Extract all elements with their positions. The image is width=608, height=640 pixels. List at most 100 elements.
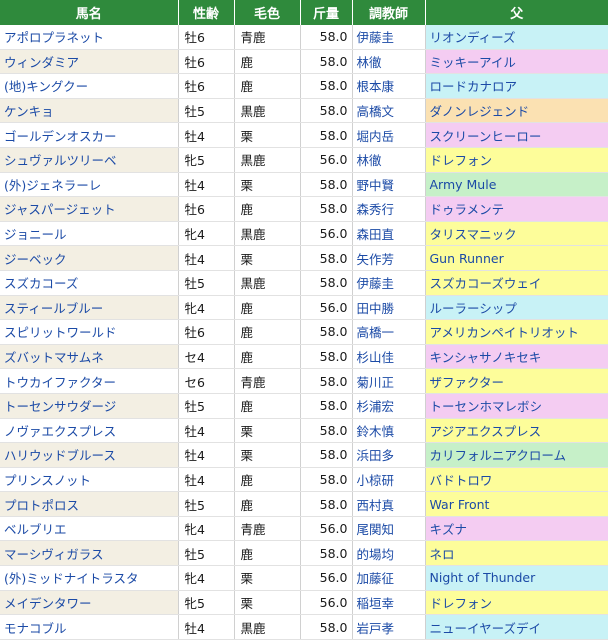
sire-link[interactable]: ロードカナロア	[425, 73, 608, 99]
weight-cell: 58.0	[300, 98, 353, 124]
column-header-sire[interactable]: 父	[425, 0, 608, 25]
horse-name-link[interactable]: ケンキョ	[0, 98, 179, 124]
horse-name-link[interactable]: マーシヴィガラス	[0, 540, 179, 567]
trainer-link[interactable]: 加藤征	[352, 565, 426, 591]
trainer-link[interactable]: 浜田多	[352, 442, 426, 468]
horse-name-link[interactable]: (外)ジェネラーレ	[0, 172, 179, 198]
sire-link[interactable]: Night of Thunder	[425, 565, 608, 591]
column-header-sex-age[interactable]: 性齢	[178, 0, 235, 25]
sex-age-cell: 牡6	[178, 49, 235, 75]
table-row: (外)ジェネラーレ 牡4 栗 58.0 野中賢 Army Mule	[0, 172, 608, 198]
trainer-link[interactable]: 野中賢	[352, 172, 426, 198]
horse-name-link[interactable]: スティールブルー	[0, 295, 179, 321]
sex-age-cell: 牡5	[178, 270, 235, 296]
table-row: メイデンタワー 牝5 栗 56.0 稲垣幸 ドレフォン	[0, 590, 608, 616]
trainer-link[interactable]: 杉浦宏	[352, 393, 426, 419]
trainer-link[interactable]: 田中勝	[352, 295, 426, 321]
sire-link[interactable]: スズカコーズウェイ	[425, 270, 608, 296]
trainer-link[interactable]: 根本康	[352, 73, 426, 99]
trainer-link[interactable]: 矢作芳	[352, 245, 426, 271]
sire-link[interactable]: リオンディーズ	[425, 25, 608, 50]
table-row: プリンスノット 牡4 鹿 58.0 小椋研 バドトロワ	[0, 467, 608, 493]
trainer-link[interactable]: 小椋研	[352, 467, 426, 493]
trainer-link[interactable]: 高橋文	[352, 98, 426, 124]
sex-age-cell: 牡4	[178, 172, 235, 198]
trainer-link[interactable]: 林徹	[352, 49, 426, 75]
sire-link[interactable]: トーセンホマレボシ	[425, 393, 608, 419]
sire-link[interactable]: バドトロワ	[425, 467, 608, 493]
horse-name-link[interactable]: メイデンタワー	[0, 590, 179, 616]
horse-name-link[interactable]: ハリウッドブルース	[0, 442, 179, 468]
trainer-link[interactable]: 的場均	[352, 540, 426, 567]
horse-name-link[interactable]: トウカイファクター	[0, 368, 179, 394]
horse-name-link[interactable]: ベルブリエ	[0, 516, 179, 542]
trainer-link[interactable]: 高橋一	[352, 319, 426, 345]
sex-age-cell: 牡6	[178, 73, 235, 99]
sire-link[interactable]: ネロ	[425, 540, 608, 567]
horse-name-link[interactable]: シュヴァルツリーベ	[0, 147, 179, 173]
coat-color-cell: 鹿	[234, 393, 301, 419]
horse-name-link[interactable]: ズバットマサムネ	[0, 344, 179, 370]
trainer-link[interactable]: 鈴木慎	[352, 418, 426, 444]
table-row: (地)キングクー 牡6 鹿 58.0 根本康 ロードカナロア	[0, 73, 608, 99]
sire-link[interactable]: Army Mule	[425, 172, 608, 198]
trainer-link[interactable]: 伊藤圭	[352, 270, 426, 296]
trainer-link[interactable]: 岩戸孝	[352, 614, 426, 640]
horse-name-link[interactable]: スズカコーズ	[0, 270, 179, 296]
table-row: ウィンダミア 牡6 鹿 58.0 林徹 ミッキーアイル	[0, 49, 608, 75]
sire-link[interactable]: カリフォルニアクローム	[425, 442, 608, 468]
coat-color-cell: 鹿	[234, 491, 301, 517]
sire-link[interactable]: ザファクター	[425, 368, 608, 394]
sire-link[interactable]: アジアエクスプレス	[425, 418, 608, 444]
sire-link[interactable]: ニューイヤーズデイ	[425, 614, 608, 640]
trainer-link[interactable]: 林徹	[352, 147, 426, 173]
sire-link[interactable]: ドレフォン	[425, 590, 608, 616]
trainer-link[interactable]: 杉山佳	[352, 344, 426, 370]
horse-name-link[interactable]: モナコブル	[0, 614, 179, 640]
horse-name-link[interactable]: ゴールデンオスカー	[0, 122, 179, 148]
horse-name-link[interactable]: (地)キングクー	[0, 73, 179, 99]
sire-link[interactable]: War Front	[425, 491, 608, 517]
horse-name-link[interactable]: プロトポロス	[0, 491, 179, 517]
column-header-horse-name[interactable]: 馬名	[0, 0, 179, 25]
sire-link[interactable]: ドレフォン	[425, 147, 608, 173]
sire-link[interactable]: キンシャサノキセキ	[425, 344, 608, 370]
sire-link[interactable]: スクリーンヒーロー	[425, 122, 608, 148]
trainer-link[interactable]: 堀内岳	[352, 122, 426, 148]
coat-color-cell: 鹿	[234, 540, 301, 567]
sire-link[interactable]: ルーラーシップ	[425, 295, 608, 321]
table-body: アポロプラネット 牡6 青鹿 58.0 伊藤圭 リオンディーズ ウィンダミア 牡6 鹿 58.0 林…	[0, 25, 608, 640]
trainer-link[interactable]: 尾関知	[352, 516, 426, 542]
horse-name-link[interactable]: ノヴァエクスプレス	[0, 418, 179, 444]
sire-link[interactable]: ドゥラメンテ	[425, 196, 608, 222]
trainer-link[interactable]: 森田直	[352, 221, 426, 247]
trainer-link[interactable]: 森秀行	[352, 196, 426, 222]
horse-name-link[interactable]: (外)ミッドナイトラスタ	[0, 565, 179, 591]
trainer-link[interactable]: 菊川正	[352, 368, 426, 394]
column-header-trainer[interactable]: 調教師	[352, 0, 426, 25]
horse-name-link[interactable]: ジョニール	[0, 221, 179, 247]
horse-name-link[interactable]: プリンスノット	[0, 467, 179, 493]
coat-color-cell: 黒鹿	[234, 614, 301, 640]
sire-link[interactable]: ダノンレジェンド	[425, 98, 608, 124]
sex-age-cell: 牝4	[178, 516, 235, 542]
horse-name-link[interactable]: ジャスパージェット	[0, 196, 179, 222]
sire-link[interactable]: タリスマニック	[425, 221, 608, 247]
horse-name-link[interactable]: ジーベック	[0, 245, 179, 271]
horse-name-link[interactable]: アポロプラネット	[0, 25, 179, 50]
sex-age-cell: 牡5	[178, 393, 235, 419]
trainer-link[interactable]: 稲垣幸	[352, 590, 426, 616]
sire-link[interactable]: Gun Runner	[425, 245, 608, 271]
coat-color-cell: 青鹿	[234, 368, 301, 394]
horse-name-link[interactable]: スピリットワールド	[0, 319, 179, 345]
sire-link[interactable]: ミッキーアイル	[425, 49, 608, 75]
column-header-weight[interactable]: 斤量	[300, 0, 353, 25]
weight-cell: 58.0	[300, 270, 353, 296]
horse-name-link[interactable]: トーセンサウダージ	[0, 393, 179, 419]
trainer-link[interactable]: 西村真	[352, 491, 426, 517]
sire-link[interactable]: キズナ	[425, 516, 608, 542]
horse-name-link[interactable]: ウィンダミア	[0, 49, 179, 75]
column-header-coat[interactable]: 毛色	[234, 0, 301, 25]
sire-link[interactable]: アメリカンペイトリオット	[425, 319, 608, 345]
trainer-link[interactable]: 伊藤圭	[352, 25, 426, 50]
